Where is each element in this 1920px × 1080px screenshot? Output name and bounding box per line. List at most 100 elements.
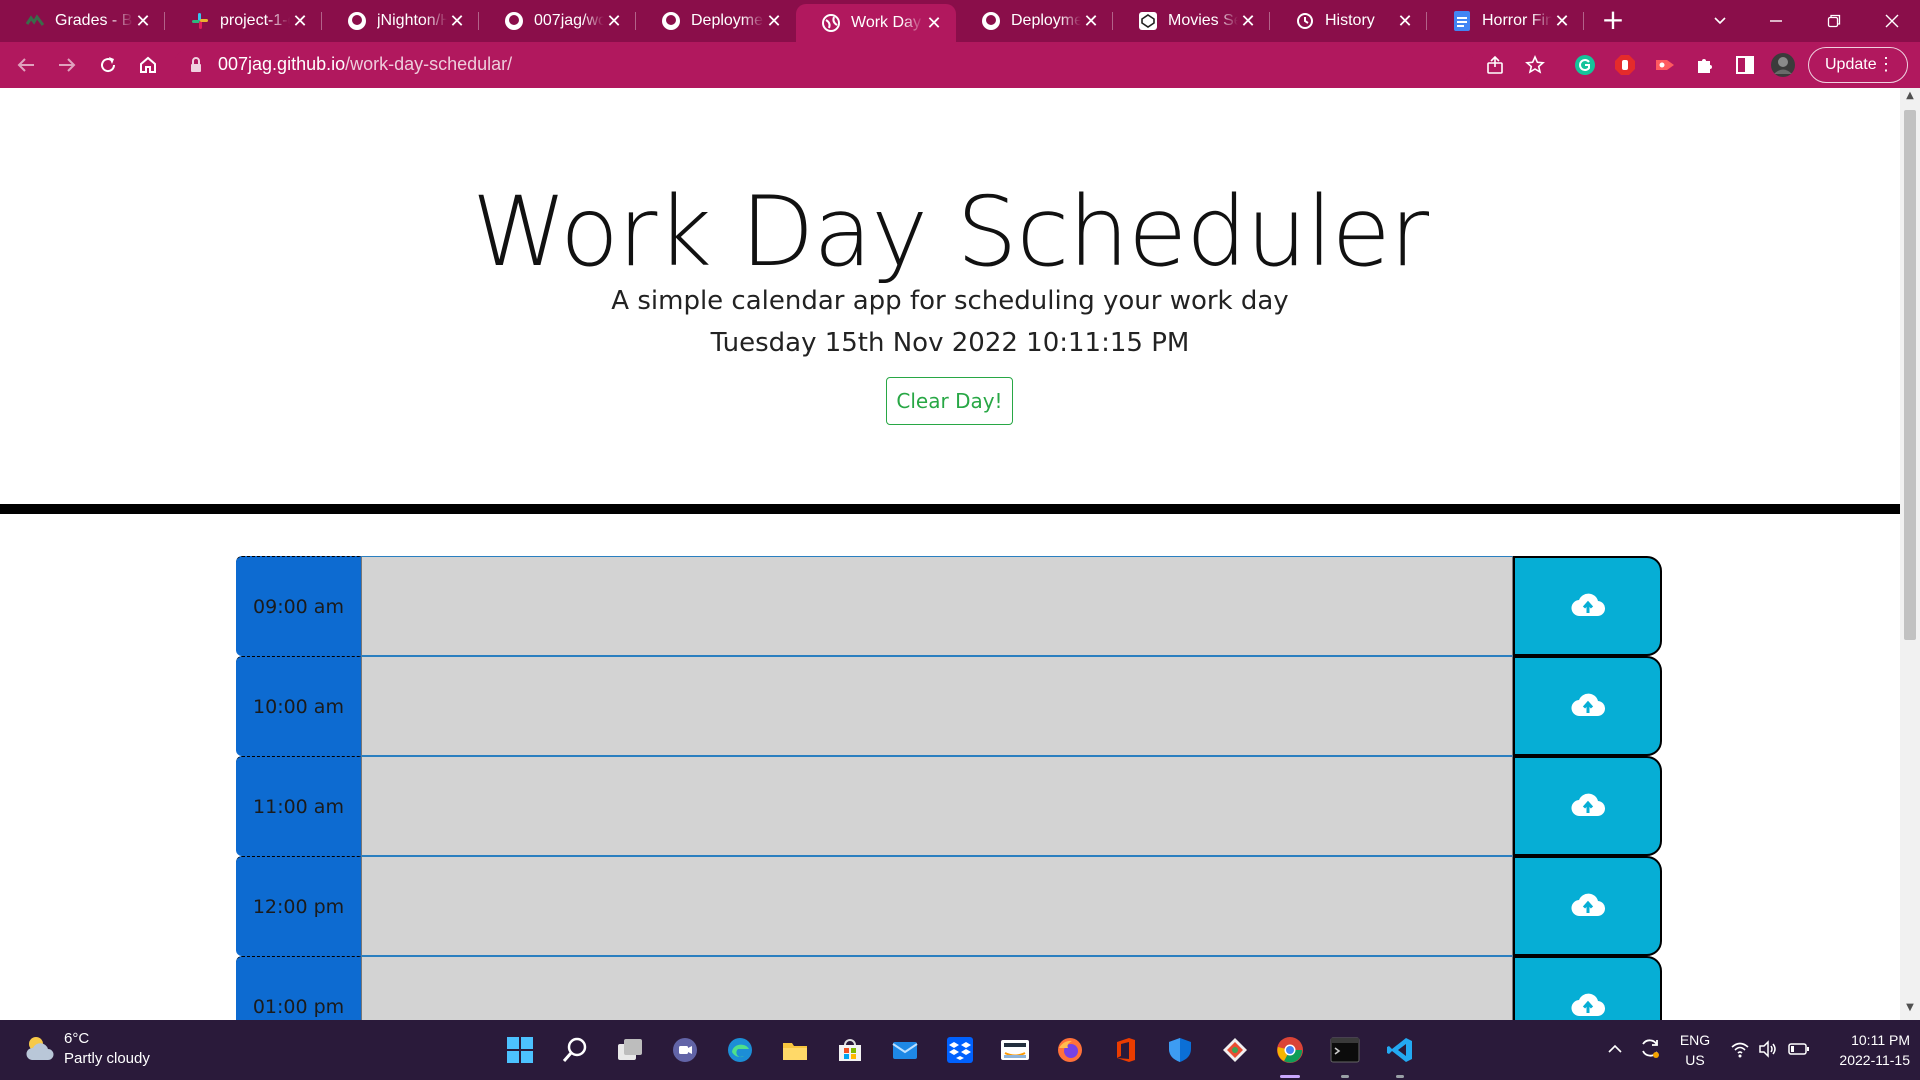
- defender-shield-icon[interactable]: [1162, 1032, 1198, 1068]
- close-window-button[interactable]: [1864, 0, 1920, 42]
- git-kraken-icon[interactable]: [1217, 1032, 1253, 1068]
- teams-chat-icon[interactable]: [667, 1032, 703, 1068]
- edge-browser-icon[interactable]: [722, 1032, 758, 1068]
- time-block-row: 10:00 am: [236, 656, 1662, 756]
- volume-icon[interactable]: [1758, 1040, 1778, 1080]
- side-panel-icon[interactable]: [1732, 52, 1758, 78]
- github-icon: [347, 11, 367, 31]
- event-description-input[interactable]: [361, 656, 1513, 756]
- history-icon: [1295, 11, 1315, 31]
- microsoft-store-icon[interactable]: [832, 1032, 868, 1068]
- time-block-row: 11:00 am: [236, 756, 1662, 856]
- event-description-input[interactable]: [361, 856, 1513, 956]
- tab-work-day-scheduler[interactable]: Work Day S ✕: [796, 4, 956, 42]
- save-button[interactable]: [1513, 856, 1662, 956]
- hidden-icons-chevron-icon[interactable]: [1606, 1040, 1624, 1080]
- search-icon[interactable]: [557, 1032, 593, 1068]
- save-button[interactable]: [1513, 956, 1662, 1020]
- amazon-icon[interactable]: [997, 1032, 1033, 1068]
- battery-icon[interactable]: [1788, 1041, 1810, 1080]
- terminal-icon[interactable]: [1327, 1032, 1363, 1078]
- page-title: Work Day Scheduler: [471, 176, 1429, 288]
- new-tab-button[interactable]: +: [1598, 6, 1628, 36]
- page-subtitle: A simple calendar app for scheduling you…: [611, 286, 1289, 316]
- close-icon[interactable]: ✕: [1552, 11, 1572, 32]
- hour-label: 10:00 am: [236, 656, 361, 756]
- tab-strip: Grades - Bo ✕ project-1-g ✕ jNighton/H ✕…: [0, 0, 1920, 42]
- save-button[interactable]: [1513, 556, 1662, 656]
- lock-icon[interactable]: [190, 56, 202, 74]
- windows-start-icon[interactable]: [502, 1032, 538, 1068]
- system-clock[interactable]: 10:11 PM 2022-11-15: [1820, 1030, 1910, 1070]
- close-icon[interactable]: ✕: [290, 11, 310, 32]
- browser-toolbar: 007jag.github.io/work-day-schedular/ Upd…: [0, 42, 1920, 88]
- chrome-icon[interactable]: [1272, 1032, 1308, 1078]
- github-icon: [504, 11, 524, 31]
- close-icon[interactable]: ✕: [1395, 11, 1415, 32]
- tab-horror-finder[interactable]: Horror Find ✕: [1427, 4, 1584, 38]
- language-indicator[interactable]: ENG US: [1678, 1030, 1712, 1070]
- share-icon[interactable]: [1482, 52, 1508, 78]
- tab-deployments-2[interactable]: Deploymen ✕: [956, 4, 1113, 38]
- close-icon[interactable]: ✕: [924, 13, 944, 34]
- weather-widget[interactable]: 6°C Partly cloudy: [24, 1030, 164, 1070]
- cloud-upload-icon: [1570, 792, 1605, 821]
- address-bar[interactable]: 007jag.github.io/work-day-schedular/: [174, 47, 1474, 83]
- tab-007jag-repo[interactable]: 007jag/wor ✕: [479, 4, 636, 38]
- close-icon[interactable]: ✕: [447, 11, 467, 32]
- hour-label: 12:00 pm: [236, 856, 361, 956]
- reload-button[interactable]: [94, 51, 122, 79]
- back-button[interactable]: [12, 51, 40, 79]
- close-icon[interactable]: ✕: [1081, 11, 1101, 32]
- github-icon: [661, 11, 681, 31]
- profile-avatar[interactable]: [1770, 52, 1796, 78]
- tab-grades[interactable]: Grades - Bo ✕: [0, 4, 165, 38]
- tab-deployments[interactable]: Deploymen ✕: [636, 4, 796, 38]
- extensions-puzzle-icon[interactable]: [1692, 52, 1718, 78]
- time-block-row: 01:00 pm: [236, 956, 1662, 1020]
- grammarly-icon[interactable]: [1572, 52, 1598, 78]
- codepen-icon: [1138, 11, 1158, 31]
- scroll-down-arrow-icon[interactable]: ▼: [1900, 1002, 1920, 1018]
- forward-button[interactable]: [53, 51, 81, 79]
- screencast-extension-icon[interactable]: [1652, 52, 1678, 78]
- mail-icon[interactable]: [887, 1032, 923, 1068]
- clear-day-button[interactable]: Clear Day!: [886, 377, 1013, 425]
- save-button[interactable]: [1513, 756, 1662, 856]
- url-text[interactable]: 007jag.github.io/work-day-schedular/: [218, 54, 512, 75]
- scrollbar-thumb[interactable]: [1904, 110, 1916, 640]
- bookmark-star-icon[interactable]: [1522, 52, 1548, 78]
- close-icon[interactable]: ✕: [764, 11, 784, 32]
- save-button[interactable]: [1513, 656, 1662, 756]
- file-explorer-icon[interactable]: [777, 1032, 813, 1068]
- menu-dots-icon[interactable]: ⋮: [1877, 54, 1895, 75]
- vscode-icon[interactable]: [1382, 1032, 1418, 1078]
- close-icon[interactable]: ✕: [604, 11, 624, 32]
- tab-search-icon[interactable]: [1692, 0, 1748, 42]
- tab-project[interactable]: project-1-g ✕: [165, 4, 322, 38]
- sync-icon[interactable]: [1638, 1036, 1662, 1080]
- hour-label: 11:00 am: [236, 756, 361, 856]
- update-button[interactable]: Update ⋮: [1808, 47, 1908, 83]
- close-icon[interactable]: ✕: [1238, 11, 1258, 32]
- office-icon[interactable]: [1107, 1032, 1143, 1068]
- tab-history[interactable]: History ✕: [1270, 4, 1427, 38]
- close-icon[interactable]: ✕: [133, 11, 153, 32]
- adblock-icon[interactable]: [1612, 52, 1638, 78]
- minimize-button[interactable]: [1748, 0, 1804, 42]
- task-view-icon[interactable]: [612, 1032, 648, 1068]
- event-description-input[interactable]: [361, 956, 1513, 1020]
- header-jumbotron: Work Day Scheduler A simple calendar app…: [0, 88, 1900, 508]
- firefox-icon[interactable]: [1052, 1032, 1088, 1068]
- dropbox-icon[interactable]: [942, 1032, 978, 1068]
- tab-movies-search[interactable]: Movies Sea ✕: [1113, 4, 1270, 38]
- scroll-up-arrow-icon[interactable]: ▲: [1900, 90, 1920, 106]
- event-description-input[interactable]: [361, 556, 1513, 656]
- tab-jnighton[interactable]: jNighton/H ✕: [322, 4, 479, 38]
- vertical-scrollbar[interactable]: ▲ ▼: [1900, 88, 1920, 1020]
- restore-button[interactable]: [1806, 0, 1862, 42]
- event-description-input[interactable]: [361, 756, 1513, 856]
- github-icon: [981, 11, 1001, 31]
- wifi-icon[interactable]: [1730, 1040, 1750, 1080]
- home-button[interactable]: [134, 51, 162, 79]
